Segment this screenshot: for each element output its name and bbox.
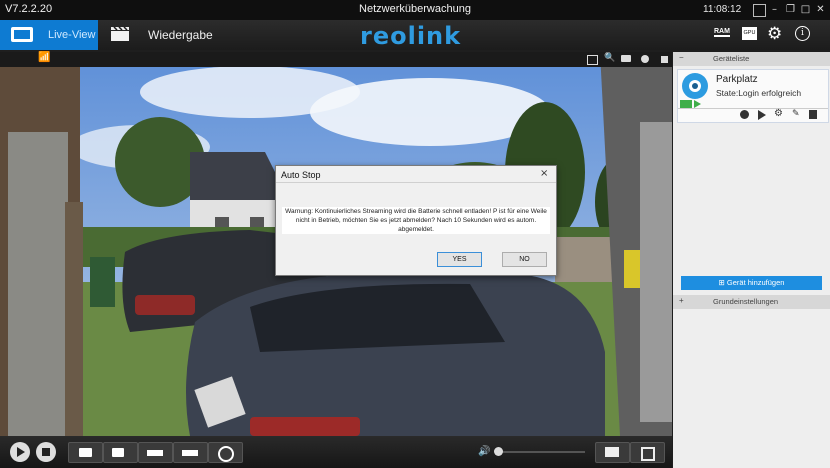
dialog-close-icon[interactable]: ×: [540, 168, 548, 179]
play-button[interactable]: [10, 442, 30, 462]
stop-button[interactable]: [36, 442, 56, 462]
ram-icon[interactable]: RAM: [714, 28, 730, 37]
fullscreen-button[interactable]: [630, 442, 665, 463]
info-icon[interactable]: i: [795, 26, 810, 41]
talk-button[interactable]: [208, 442, 243, 463]
gpu-icon[interactable]: GPU: [742, 27, 757, 40]
live-view-icon: [11, 27, 33, 42]
checkbox-icon[interactable]: [753, 4, 766, 17]
clock: 11:08:12: [703, 4, 742, 15]
settings-title: Grundeinstellungen: [713, 297, 779, 306]
clapperboard-icon[interactable]: [110, 26, 130, 42]
zoom-icon[interactable]: 🔍: [604, 53, 615, 63]
minimize-icon[interactable]: –: [769, 4, 780, 15]
connect-icon[interactable]: [740, 110, 749, 119]
play-icon[interactable]: [758, 110, 766, 120]
snapshot-icon[interactable]: [621, 55, 631, 62]
brand-logo: reolink: [360, 22, 462, 50]
auto-stop-dialog: Auto Stop × Warnung: Kontinuierliches St…: [275, 165, 557, 276]
trash-icon[interactable]: [809, 110, 817, 119]
volume-handle[interactable]: [494, 447, 503, 456]
settings-header[interactable]: + Grundeinstellungen: [673, 295, 830, 309]
dialog-divider: [276, 182, 556, 183]
settings-icon[interactable]: ⚙: [774, 108, 783, 119]
dialog-title: Auto Stop: [281, 170, 321, 180]
close-icon[interactable]: ✕: [815, 4, 826, 15]
plus-icon: +: [679, 296, 684, 305]
play-status-icon: [694, 100, 701, 108]
stop-icon[interactable]: [661, 56, 668, 63]
edit-icon[interactable]: ✎: [792, 109, 800, 119]
next-button[interactable]: [173, 442, 208, 463]
layout-button[interactable]: [595, 442, 630, 463]
device-card[interactable]: Parkplatz State:Login erfolgreich ⚙ ✎: [677, 69, 829, 123]
maximize-icon[interactable]: □: [800, 4, 811, 15]
video-record-button[interactable]: [103, 442, 138, 463]
device-name: Parkplatz: [716, 74, 758, 85]
device-list-header[interactable]: − Geräteliste: [673, 52, 830, 66]
device-state: State:Login erfolgreich: [716, 88, 802, 98]
grid-icon[interactable]: [587, 55, 598, 65]
add-device-button[interactable]: ⊞ Gerät hinzufügen: [681, 276, 822, 290]
tab-playback[interactable]: Wiedergabe: [148, 28, 213, 42]
restore-icon[interactable]: ❐: [785, 4, 796, 15]
video-toolbar: [0, 52, 672, 67]
gear-icon[interactable]: ⚙: [767, 24, 782, 44]
previous-button[interactable]: [138, 442, 173, 463]
dialog-message: Warnung: Kontinuierliches Streaming wird…: [282, 207, 550, 234]
no-button[interactable]: NO: [502, 252, 547, 267]
snapshot-button[interactable]: [68, 442, 103, 463]
add-icon: ⊞: [718, 278, 727, 287]
wifi-icon: 📶: [38, 52, 51, 63]
minus-icon: −: [679, 53, 684, 62]
volume-slider[interactable]: [495, 451, 585, 453]
record-icon[interactable]: [641, 55, 649, 63]
tab-live-view-label: Live-View: [48, 29, 96, 41]
device-list-title: Geräteliste: [713, 54, 750, 63]
device-panel: − Geräteliste Parkplatz State:Login erfo…: [673, 52, 830, 468]
add-device-label: Gerät hinzufügen: [726, 278, 785, 287]
card-divider: [678, 108, 828, 109]
volume-icon[interactable]: 🔊: [478, 446, 490, 457]
yes-button[interactable]: YES: [437, 252, 482, 267]
camera-avatar-icon: [682, 73, 708, 99]
battery-icon: [680, 100, 692, 108]
